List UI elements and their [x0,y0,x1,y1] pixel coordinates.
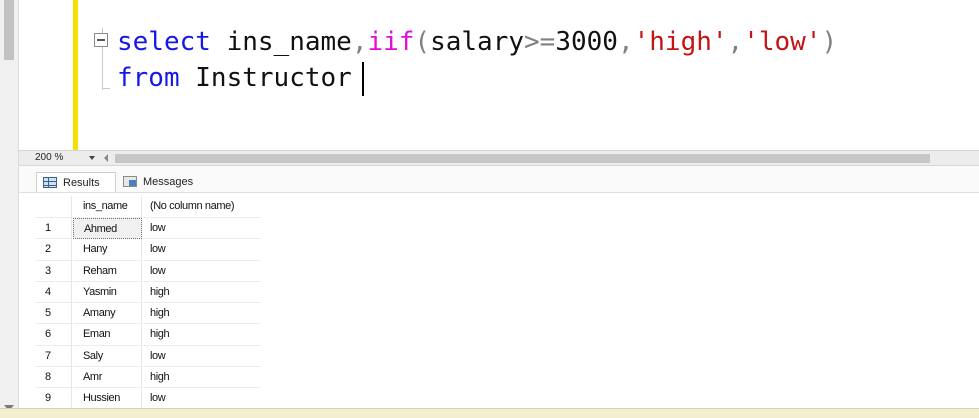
grid-cell[interactable]: low [143,239,261,261]
editor-zoom-bar: 200 % [19,150,979,166]
keyword-from: from [117,63,180,93]
zoom-value: 200 % [35,152,64,163]
grid-cell[interactable]: high [143,282,261,304]
column-identifier: ins_name [226,27,352,57]
grid-cell[interactable]: low [143,388,261,410]
tab-results[interactable]: Results [36,172,116,192]
code-line-2: from Instructor [117,63,352,93]
tab-results-label: Results [63,177,100,189]
chevron-down-icon[interactable] [89,156,95,160]
grid-cell[interactable]: Hussien [73,388,142,410]
selection-margin [73,0,78,150]
row-number[interactable]: 9 [35,388,72,410]
scrollbar-thumb[interactable] [4,0,14,60]
grid-cell[interactable]: low [143,261,261,282]
function-iif: iif [367,27,415,57]
messages-icon [123,176,137,187]
row-number[interactable]: 1 [35,218,72,240]
horizontal-scrollbar-thumb[interactable] [115,154,930,163]
code-line-1: select ins_name,iif(salary>=3000,'high',… [117,27,838,57]
tab-messages[interactable]: Messages [117,172,205,192]
grid-cell[interactable]: Amany [73,303,142,325]
column-header[interactable]: ins_name [73,196,142,218]
grid-cell[interactable]: high [143,367,261,389]
grid-cell[interactable]: Hany [73,239,142,261]
table-identifier: Instructor [195,63,352,93]
grid-cell[interactable]: Eman [73,324,142,346]
grid-cell[interactable]: Saly [73,345,142,368]
row-number[interactable]: 4 [35,281,72,304]
grid-cell[interactable]: low [143,218,261,240]
row-number[interactable]: 5 [35,303,72,325]
argument-identifier: salary [430,27,525,57]
query-editor[interactable]: select ins_name,iif(salary>=3000,'high',… [19,0,979,150]
grid-cell[interactable]: low [143,346,261,368]
grid-cell-selected[interactable]: Ahmed [73,218,142,240]
collapse-toggle-icon[interactable] [94,33,108,47]
zoom-dropdown[interactable]: 200 % [35,151,97,165]
row-number[interactable]: 3 [35,260,72,282]
operator: >= [524,27,556,57]
tab-messages-label: Messages [143,176,194,188]
grid-icon [43,177,57,188]
grid-cell[interactable]: Yasmin [73,281,142,304]
string-literal-high: 'high' [633,27,728,57]
grid-cell[interactable]: high [143,324,261,346]
row-number[interactable]: 7 [35,345,72,368]
row-number[interactable]: 6 [35,324,72,346]
row-number[interactable]: 2 [35,239,72,261]
editor-vertical-scrollbar[interactable] [0,0,19,417]
column-header[interactable]: (No column name) [143,196,261,218]
grid-cell[interactable]: Reham [73,260,142,282]
string-literal-low: 'low' [743,27,822,57]
keyword-select: select [117,27,211,57]
results-tabs: Results Messages [19,166,979,193]
grid-cell[interactable]: high [143,303,261,325]
row-number[interactable]: 8 [35,367,72,389]
scroll-left-arrow-icon[interactable] [104,154,108,162]
grid-cell[interactable]: Amr [73,367,142,389]
number-literal: 3000 [555,27,618,57]
row-number-header[interactable] [35,196,72,218]
text-caret [362,62,364,96]
outline-end-tick [102,88,110,89]
